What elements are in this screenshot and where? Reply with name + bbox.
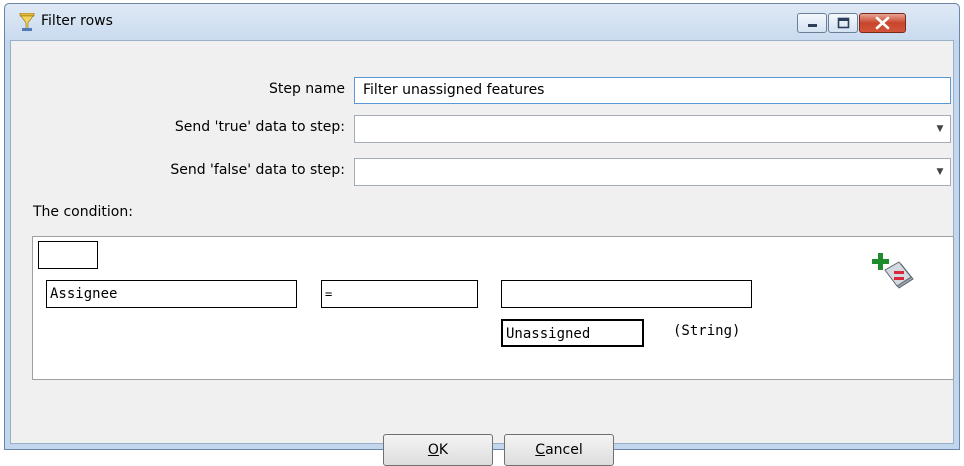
dialog-window: Filter rows Step name Filter unassigned … bbox=[4, 3, 960, 466]
window-title: Filter rows bbox=[41, 13, 113, 29]
step-name-value: Filter unassigned features bbox=[363, 82, 545, 98]
cancel-mnemonic: C bbox=[535, 442, 546, 458]
negate-box[interactable] bbox=[38, 241, 98, 269]
operator-box[interactable]: = bbox=[321, 280, 478, 308]
filter-funnel-icon bbox=[19, 12, 35, 31]
minimize-icon bbox=[808, 24, 817, 27]
maximize-button[interactable] bbox=[828, 13, 858, 33]
chevron-down-icon[interactable]: ▼ bbox=[930, 116, 950, 142]
constant-type-label: (String) bbox=[673, 323, 741, 339]
dialog-client-area: Step name Filter unassigned features Sen… bbox=[10, 40, 954, 466]
ok-button[interactable]: OK bbox=[383, 434, 493, 466]
minimize-button[interactable] bbox=[797, 13, 827, 33]
left-field-box[interactable]: Assignee bbox=[46, 280, 297, 308]
add-condition-icon[interactable] bbox=[869, 252, 915, 296]
maximize-icon bbox=[837, 17, 850, 29]
false-step-combo[interactable]: ▼ bbox=[354, 158, 951, 186]
title-bar[interactable]: Filter rows bbox=[5, 4, 959, 40]
true-step-combo[interactable]: ▼ bbox=[354, 115, 951, 143]
false-step-label: Send 'false' data to step: bbox=[170, 162, 345, 178]
chevron-down-icon[interactable]: ▼ bbox=[930, 159, 950, 185]
close-icon bbox=[875, 16, 890, 30]
ok-label-rest: K bbox=[438, 442, 449, 458]
true-step-label: Send 'true' data to step: bbox=[174, 119, 345, 135]
close-button[interactable] bbox=[859, 13, 906, 33]
ok-mnemonic: O bbox=[427, 442, 439, 458]
step-name-input[interactable]: Filter unassigned features bbox=[354, 77, 951, 104]
cancel-button[interactable]: Cancel bbox=[504, 434, 614, 466]
step-name-label: Step name bbox=[268, 81, 345, 97]
constant-value-box[interactable]: Unassigned bbox=[501, 319, 644, 347]
condition-section-label: The condition: bbox=[33, 204, 133, 220]
right-field-box[interactable] bbox=[501, 280, 752, 308]
cancel-label-rest: ancel bbox=[545, 442, 583, 458]
condition-editor[interactable]: Assignee = Unassigned (String) bbox=[32, 236, 954, 380]
